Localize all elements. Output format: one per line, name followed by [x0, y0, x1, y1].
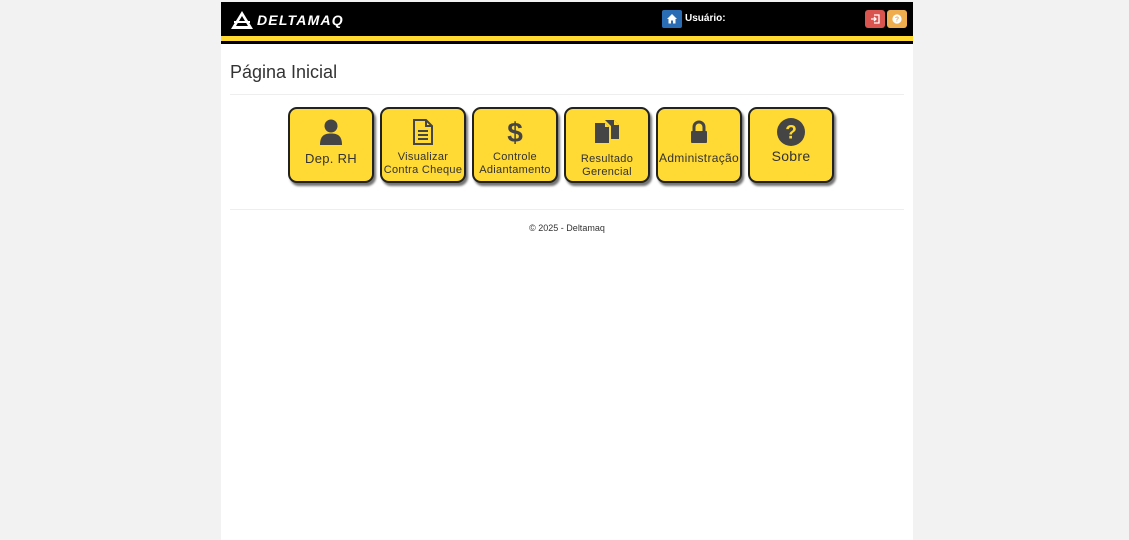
divider — [230, 209, 904, 210]
lock-icon — [691, 120, 707, 143]
tile-label-line2: Gerencial — [582, 166, 632, 178]
tile-label-line1: Resultado — [580, 153, 634, 165]
user-label: Usuário: — [685, 13, 726, 24]
tile-resultado-gerencial[interactable]: Resultado Gerencial — [564, 107, 650, 183]
dollar-icon: $ — [507, 118, 523, 146]
tile-label-line2: Adiantamento — [479, 164, 551, 176]
svg-text:?: ? — [785, 123, 797, 144]
footer-copyright: © 2025 - Deltamaq — [529, 223, 605, 233]
deltamaq-logo-icon — [231, 11, 253, 29]
tile-controle-adiantamento[interactable]: $ Controle Adiantamento — [472, 107, 558, 183]
tile-label: Sobre — [771, 148, 811, 164]
tile-label: Administração — [659, 151, 739, 165]
tile-menu: Dep. RH Visualizar Contra Cheque $ Contr… — [288, 107, 834, 183]
home-icon — [667, 14, 677, 24]
tile-visualizar-contra-cheque[interactable]: Visualizar Contra Cheque — [380, 107, 466, 183]
tile-label-line1: Controle — [493, 151, 537, 163]
svg-text:$: $ — [507, 118, 523, 146]
user-icon — [320, 119, 342, 145]
logout-icon — [871, 14, 880, 24]
svg-text:?: ? — [895, 17, 899, 24]
tile-label: Dep. RH — [305, 151, 357, 166]
divider — [230, 94, 904, 95]
brand-logo[interactable]: DELTAMAQ — [231, 10, 344, 30]
home-button[interactable] — [662, 10, 682, 28]
document-icon — [413, 119, 433, 145]
tile-sobre[interactable]: ? Sobre — [748, 107, 834, 183]
brand-name: DELTAMAQ — [257, 12, 344, 28]
tile-dep-rh[interactable]: Dep. RH — [288, 107, 374, 183]
tile-label-line2: Contra Cheque — [383, 164, 463, 176]
files-icon — [595, 120, 619, 143]
tile-label-line1: Visualizar — [397, 151, 449, 163]
logout-button[interactable] — [865, 10, 885, 28]
page-title: Página Inicial — [230, 62, 338, 82]
question-circle-icon: ? — [777, 118, 805, 146]
navbar: DELTAMAQ Usuário: ? — [221, 2, 913, 44]
question-icon: ? — [892, 14, 902, 24]
help-button[interactable]: ? — [887, 10, 907, 28]
page-container: DELTAMAQ Usuário: ? Página Inicial Dep. … — [221, 2, 913, 540]
tile-administracao[interactable]: Administração — [656, 107, 742, 183]
